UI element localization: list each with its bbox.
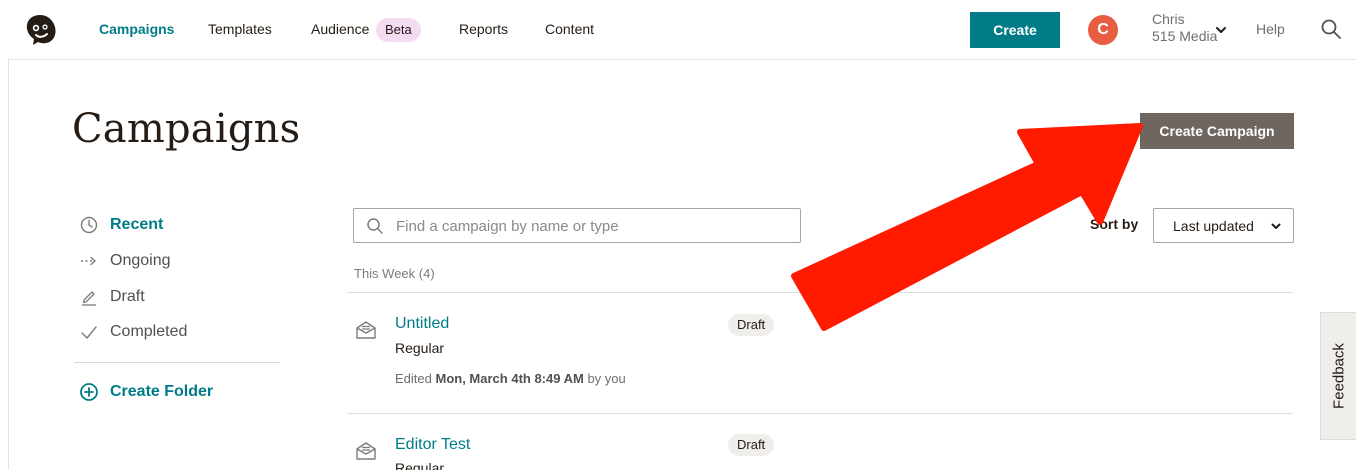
group-heading: This Week (4) xyxy=(354,266,435,281)
sidebar-item-label: Completed xyxy=(110,323,188,340)
sort-select-value: Last updated xyxy=(1173,218,1254,234)
nav-content[interactable]: Content xyxy=(545,21,594,37)
edited-date: Mon, March 4th 8:49 AM xyxy=(435,371,584,386)
search-icon xyxy=(367,218,383,234)
sidebar-divider xyxy=(74,362,280,363)
dotted-arrow-icon xyxy=(78,250,100,272)
chevron-down-icon[interactable] xyxy=(1213,22,1229,38)
campaign-type: Regular xyxy=(395,340,445,356)
create-button[interactable]: Create xyxy=(970,12,1060,48)
sidebar-item-recent[interactable]: Recent xyxy=(78,213,163,237)
plus-circle-icon xyxy=(80,383,98,401)
sidebar-item-label: Ongoing xyxy=(110,252,171,269)
page-left-border xyxy=(8,60,9,470)
search-icon[interactable] xyxy=(1320,18,1342,40)
sidebar-item-ongoing[interactable]: Ongoing xyxy=(78,249,171,273)
beta-badge: Beta xyxy=(376,18,421,42)
nav-templates[interactable]: Templates xyxy=(208,21,272,37)
status-badge: Draft xyxy=(728,434,775,456)
campaign-name-link[interactable]: Untitled xyxy=(395,315,449,333)
campaign-type: Regular xyxy=(395,460,445,470)
nav-audience[interactable]: Audience xyxy=(311,21,369,37)
mailchimp-logo-icon[interactable] xyxy=(22,12,58,48)
nav-campaigns[interactable]: Campaigns xyxy=(99,21,174,37)
account-org: 515 Media xyxy=(1152,28,1218,44)
feedback-label: Feedback xyxy=(1330,343,1347,409)
campaign-edited-info: Edited Mon, March 4th 8:49 AM by you xyxy=(395,371,626,386)
search-input[interactable] xyxy=(396,215,786,237)
sidebar-item-draft[interactable]: Draft xyxy=(78,285,145,309)
edited-suffix: by you xyxy=(587,371,626,386)
account-name: Chris xyxy=(1152,11,1185,27)
help-link[interactable]: Help xyxy=(1256,21,1285,37)
annotation-arrow-icon xyxy=(791,123,1143,331)
status-badge: Draft xyxy=(728,314,775,336)
sidebar-item-label: Recent xyxy=(110,216,164,233)
sort-select[interactable]: Last updated xyxy=(1153,208,1294,243)
email-campaign-icon xyxy=(356,442,376,460)
avatar[interactable]: C xyxy=(1088,15,1118,45)
feedback-tab[interactable]: Feedback xyxy=(1320,312,1356,440)
clock-icon xyxy=(78,214,100,236)
nav-reports[interactable]: Reports xyxy=(459,21,508,37)
list-divider xyxy=(347,413,1293,414)
sidebar-item-label: Draft xyxy=(110,288,145,305)
campaign-search xyxy=(353,208,801,243)
page-title: Campaigns xyxy=(72,106,301,152)
email-campaign-icon xyxy=(356,321,376,339)
pencil-icon xyxy=(78,286,100,308)
sidebar-item-completed[interactable]: Completed xyxy=(78,320,187,344)
campaign-name-link[interactable]: Editor Test xyxy=(395,436,470,454)
edited-prefix: Edited xyxy=(395,371,432,386)
create-folder-button[interactable]: Create Folder xyxy=(78,380,213,404)
chevron-down-icon xyxy=(1271,223,1281,229)
top-navigation: Campaigns Templates Audience Beta Report… xyxy=(8,0,1356,60)
account-switcher[interactable]: Chris 515 Media xyxy=(1152,11,1217,45)
checkmark-icon xyxy=(78,321,100,343)
create-folder-label: Create Folder xyxy=(110,383,214,400)
